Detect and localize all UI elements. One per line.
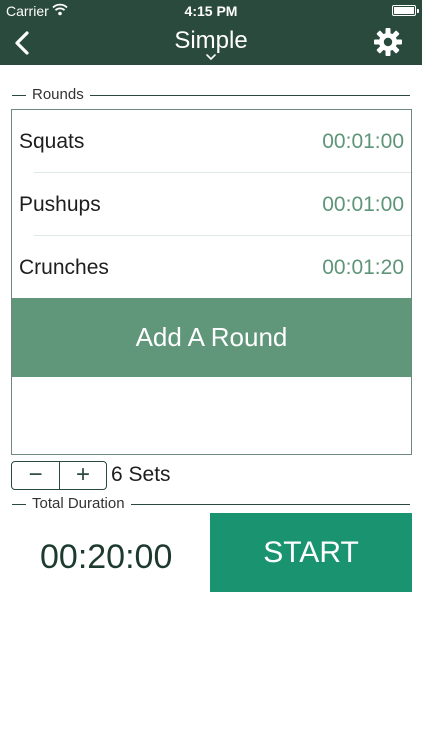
rounds-section-header: Rounds [12, 86, 410, 104]
round-row[interactable]: Crunches 00:01:20 [12, 236, 411, 299]
round-row[interactable]: Pushups 00:01:00 [12, 173, 411, 236]
round-duration: 00:01:00 [322, 193, 404, 216]
round-name: Pushups [19, 193, 101, 216]
round-duration: 00:01:00 [322, 130, 404, 153]
total-duration-section-header: Total Duration [12, 495, 410, 513]
sets-stepper: − + [11, 461, 107, 490]
dropdown-chevron-icon[interactable] [205, 53, 217, 61]
sets-count-label: 6 Sets [111, 463, 171, 486]
round-name: Squats [19, 130, 85, 153]
battery-icon [392, 5, 419, 16]
round-duration: 00:01:20 [322, 256, 404, 279]
status-bar: Carrier 4:15 PM [0, 0, 422, 22]
add-round-button[interactable]: Add A Round [12, 298, 411, 377]
round-name: Crunches [19, 256, 109, 279]
rounds-section-label: Rounds [26, 86, 90, 103]
status-time: 4:15 PM [184, 3, 238, 19]
total-duration-section-label: Total Duration [26, 495, 131, 512]
decrement-sets-button[interactable]: − [12, 462, 59, 489]
increment-sets-button[interactable]: + [59, 462, 106, 489]
start-button[interactable]: START [210, 513, 412, 592]
total-duration-value: 00:20:00 [40, 538, 173, 576]
settings-button[interactable] [373, 27, 403, 57]
gear-icon [374, 28, 402, 56]
rounds-list: Squats 00:01:00 Pushups 00:01:00 Crunche… [11, 109, 412, 455]
page-title[interactable]: Simple [0, 27, 422, 55]
nav-header: Carrier 4:15 PM Simple [0, 0, 422, 65]
round-row[interactable]: Squats 00:01:00 [12, 110, 411, 173]
